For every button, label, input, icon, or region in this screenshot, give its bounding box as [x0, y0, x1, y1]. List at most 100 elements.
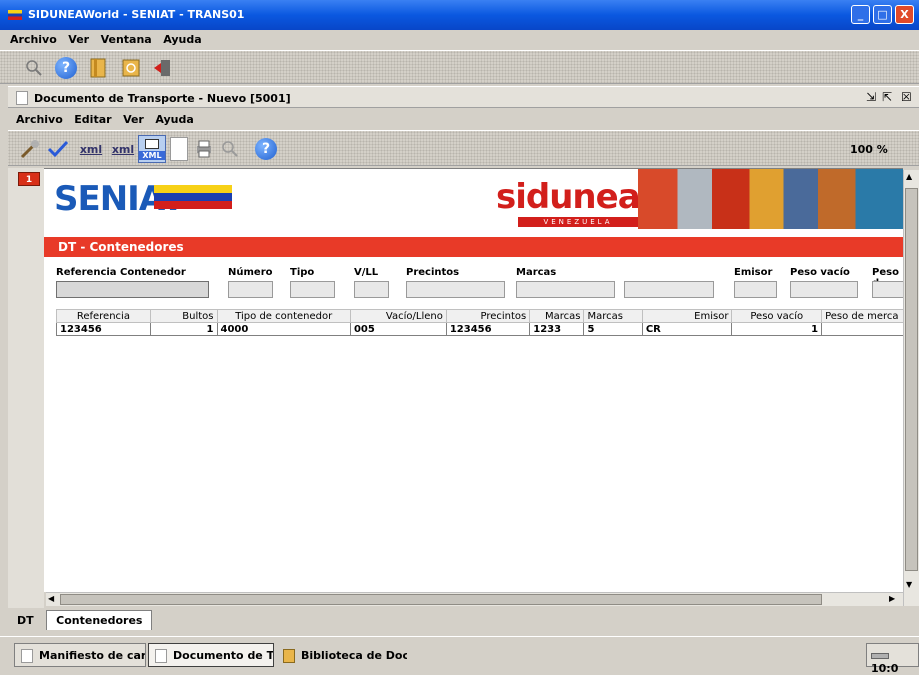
restore-icon[interactable]: ⇲	[866, 90, 876, 104]
col-marcas-2[interactable]: Marcas	[583, 309, 643, 323]
cell-emisor[interactable]: CR	[641, 322, 733, 336]
col-bultos[interactable]: Bultos	[149, 309, 218, 323]
referencia-contenedor-input[interactable]	[56, 281, 209, 298]
label-numero: Número	[228, 267, 273, 278]
col-precintos[interactable]: Precintos	[445, 309, 531, 323]
col-emisor[interactable]: Emisor	[641, 309, 733, 323]
tile-icon[interactable]: ⇱	[882, 90, 892, 104]
vertical-scroll-thumb[interactable]	[905, 188, 918, 571]
cell-marcas-2[interactable]: 5	[583, 322, 643, 336]
emisor-input[interactable]	[734, 281, 777, 298]
taskbar-item-biblioteca[interactable]: Biblioteca de Doc...	[276, 643, 408, 667]
section-title: DT - Contenedores	[44, 237, 903, 257]
peso-vacio-input[interactable]	[790, 281, 858, 298]
col-peso-vacio[interactable]: Peso vacío	[731, 309, 823, 323]
vll-input[interactable]	[354, 281, 389, 298]
doc-search-icon[interactable]	[218, 137, 242, 161]
menu-ayuda[interactable]: Ayuda	[163, 33, 201, 46]
venezuela-flag-stripe	[154, 185, 232, 209]
check-icon[interactable]	[46, 137, 70, 161]
cell-marcas-1[interactable]: 1233	[529, 322, 585, 336]
table-row[interactable]: 123456 1 4000 005 123456 1233 5 CR 1	[56, 322, 916, 336]
containers-image	[638, 169, 903, 229]
doc-menu-archivo[interactable]: Archivo	[16, 113, 63, 126]
horizontal-scroll-thumb[interactable]	[60, 594, 822, 605]
xml-icon[interactable]: XML	[138, 135, 166, 163]
close-button[interactable]: X	[895, 5, 914, 24]
label-marcas: Marcas	[516, 267, 557, 278]
network-icon	[871, 653, 889, 659]
bottom-tabs: DT Contenedores	[8, 610, 153, 630]
scroll-down-icon[interactable]: ▼	[906, 580, 912, 589]
cell-tipo-contenedor[interactable]: 4000	[216, 322, 351, 336]
zoom-level: 100 %	[850, 143, 888, 156]
maximize-doc-icon[interactable]: ☒	[901, 90, 912, 104]
maximize-button[interactable]: □	[873, 5, 892, 24]
scroll-right-icon[interactable]: ▶	[889, 594, 895, 603]
menu-archivo[interactable]: Archivo	[10, 33, 57, 46]
label-peso-vacio: Peso vacío	[790, 267, 850, 278]
col-referencia[interactable]: Referencia	[56, 309, 151, 323]
label-vll: V/LL	[354, 267, 379, 278]
cell-bultos[interactable]: 1	[149, 322, 218, 336]
tipo-input[interactable]	[290, 281, 335, 298]
clock: 10:0	[871, 662, 899, 675]
help-icon[interactable]: ?	[54, 56, 78, 80]
label-tipo: Tipo	[290, 267, 315, 278]
menu-ver[interactable]: Ver	[68, 33, 89, 46]
taskbar-item-manifiesto[interactable]: Manifiesto de carg...	[14, 643, 146, 667]
doc-help-icon[interactable]: ?	[254, 137, 278, 161]
tab-dt[interactable]: DT	[8, 611, 43, 630]
table-header-row: Referencia Bultos Tipo de contenedor Vac…	[56, 309, 916, 323]
mail-icon[interactable]	[120, 56, 144, 80]
label-precintos: Precintos	[406, 267, 460, 278]
containers-table: Referencia Bultos Tipo de contenedor Vac…	[56, 309, 916, 336]
system-tray: 10:0	[866, 643, 919, 675]
sidunea-subtitle: VENEZUELA	[518, 217, 638, 227]
cell-vacio-lleno[interactable]: 005	[349, 322, 447, 336]
vertical-scrollbar[interactable]: ▲ ▼	[903, 170, 919, 606]
col-marcas-1[interactable]: Marcas	[529, 309, 585, 323]
xml-export-icon[interactable]: xml	[108, 137, 138, 161]
cell-peso-mercancia[interactable]	[821, 322, 916, 336]
left-gutter: 1	[8, 168, 44, 608]
tools-icon[interactable]	[18, 137, 42, 161]
print-icon[interactable]	[192, 137, 216, 161]
taskbar-item-documento[interactable]: Documento de Tr...	[148, 643, 274, 667]
doc-menu-editar[interactable]: Editar	[74, 113, 111, 126]
sidunea-logo: sidunea	[496, 177, 641, 217]
marcas-input-2[interactable]	[624, 281, 714, 298]
col-tipo-contenedor[interactable]: Tipo de contenedor	[216, 309, 351, 323]
label-emisor: Emisor	[734, 267, 773, 278]
cell-referencia[interactable]: 123456	[56, 322, 151, 336]
exit-icon[interactable]	[150, 56, 174, 80]
search-icon[interactable]	[22, 56, 46, 80]
page-indicator[interactable]: 1	[18, 172, 40, 186]
marcas-input-1[interactable]	[516, 281, 615, 298]
numero-input[interactable]	[228, 281, 273, 298]
minimize-button[interactable]: _	[851, 5, 870, 24]
library-icon[interactable]	[86, 56, 110, 80]
cell-precintos[interactable]: 123456	[445, 322, 531, 336]
col-peso-mercancia[interactable]: Peso de merca	[821, 309, 916, 323]
scroll-up-icon[interactable]: ▲	[906, 172, 912, 181]
document-icon	[16, 91, 28, 105]
window-titlebar: SIDUNEAWorld - SENIAT - TRANS01 _ □ X	[0, 0, 919, 30]
taskbar: Manifiesto de carg... Documento de Tr...…	[0, 636, 919, 675]
doc-menu-ayuda[interactable]: Ayuda	[155, 113, 193, 126]
window-title: SIDUNEAWorld - SENIAT - TRANS01	[28, 8, 245, 21]
scroll-left-icon[interactable]: ◀	[48, 594, 54, 603]
xml-import-icon[interactable]: xml	[76, 137, 106, 161]
tab-contenedores[interactable]: Contenedores	[46, 610, 153, 630]
document-toolbar: xml xml XML ? 100 %	[8, 130, 919, 166]
doc-menu-ver[interactable]: Ver	[123, 113, 144, 126]
precintos-input[interactable]	[406, 281, 505, 298]
cell-peso-vacio[interactable]: 1	[731, 322, 823, 336]
new-page-icon[interactable]	[170, 137, 188, 161]
horizontal-scrollbar[interactable]: ◀ ▶	[46, 592, 903, 606]
menu-ventana[interactable]: Ventana	[101, 33, 152, 46]
col-vacio-lleno[interactable]: Vacío/Lleno	[349, 309, 447, 323]
main-toolbar: ?	[0, 50, 919, 84]
document-titlebar: Documento de Transporte - Nuevo [5001] ⇲…	[8, 86, 919, 108]
label-referencia-contenedor: Referencia Contenedor	[56, 267, 186, 278]
